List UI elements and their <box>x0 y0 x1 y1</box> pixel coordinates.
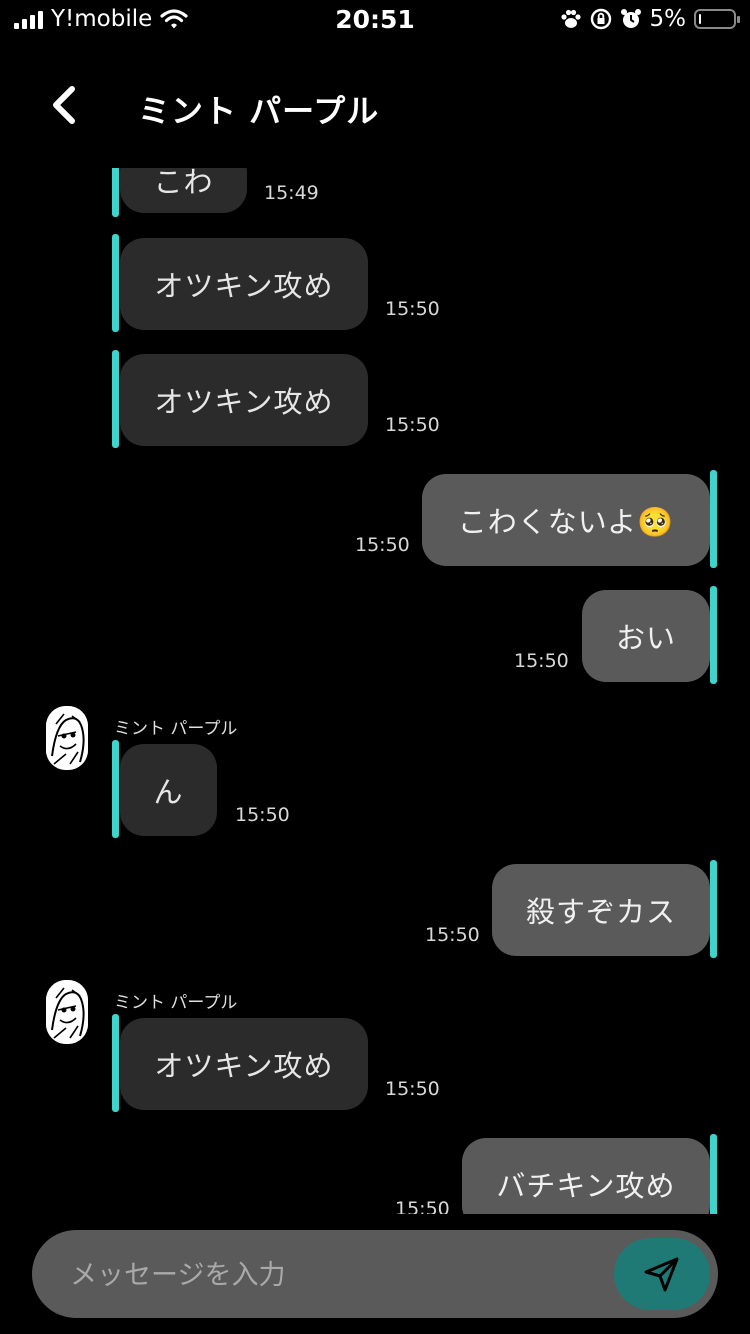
message-accent-bar <box>710 1134 717 1214</box>
message-time: 15:50 <box>425 924 480 946</box>
send-icon <box>644 1257 679 1292</box>
message-input[interactable] <box>68 1230 592 1320</box>
message-bubble[interactable]: おい <box>582 590 710 682</box>
message-bubble[interactable]: オツキン攻め <box>120 354 368 446</box>
message-accent-bar <box>112 234 119 332</box>
message-bubble[interactable]: オツキン攻め <box>120 1018 368 1110</box>
message-accent-bar <box>112 740 119 838</box>
message-bubble[interactable]: 殺すぞカス <box>492 864 710 956</box>
chat-title: ミント パープル <box>138 92 380 130</box>
message-bubble[interactable]: オツキン攻め <box>120 238 368 330</box>
message-bubble[interactable]: こわくないよ🥺 <box>422 474 710 566</box>
message-time: 15:50 <box>385 414 440 436</box>
message-bubble[interactable]: バチキン攻め <box>462 1138 710 1214</box>
message-accent-bar <box>112 168 119 217</box>
message-time: 15:50 <box>385 298 440 320</box>
sender-name: ミント パープル <box>114 993 238 1013</box>
battery-level <box>699 14 701 24</box>
message-time: 15:50 <box>385 1078 440 1100</box>
message-time: 15:50 <box>235 804 290 826</box>
send-button[interactable] <box>614 1238 710 1310</box>
message-list[interactable]: こわ 15:49 オツキン攻め 15:50 オツキン攻め 15:50 こわくない… <box>0 168 750 1214</box>
battery-icon <box>694 9 740 29</box>
avatar-illustration <box>46 980 88 1044</box>
message-accent-bar <box>710 470 717 568</box>
battery-percent: 5% <box>649 6 687 32</box>
message-accent-bar <box>112 350 119 448</box>
rotation-lock-icon <box>590 8 611 30</box>
avatar-illustration <box>46 706 88 770</box>
sender-name: ミント パープル <box>114 719 238 739</box>
message-composer <box>32 1230 718 1320</box>
message-bubble[interactable]: こわ <box>120 168 247 213</box>
message-time: 15:50 <box>395 1198 450 1214</box>
paw-icon <box>560 9 581 28</box>
message-time: 15:49 <box>264 182 319 204</box>
status-bar: Y!mobile 20:51 5% <box>0 0 750 44</box>
message-bubble[interactable]: ん <box>120 744 217 836</box>
message-accent-bar <box>710 586 717 684</box>
message-time: 15:50 <box>355 534 410 556</box>
avatar[interactable] <box>46 980 88 1044</box>
alarm-icon <box>620 9 641 28</box>
message-accent-bar <box>710 860 717 958</box>
chat-header: ミント パープル <box>0 70 750 140</box>
message-time: 15:50 <box>514 650 569 672</box>
status-right: 5% <box>560 6 740 32</box>
back-chevron-icon[interactable] <box>44 84 88 128</box>
avatar[interactable] <box>46 706 88 770</box>
message-accent-bar <box>112 1014 119 1112</box>
